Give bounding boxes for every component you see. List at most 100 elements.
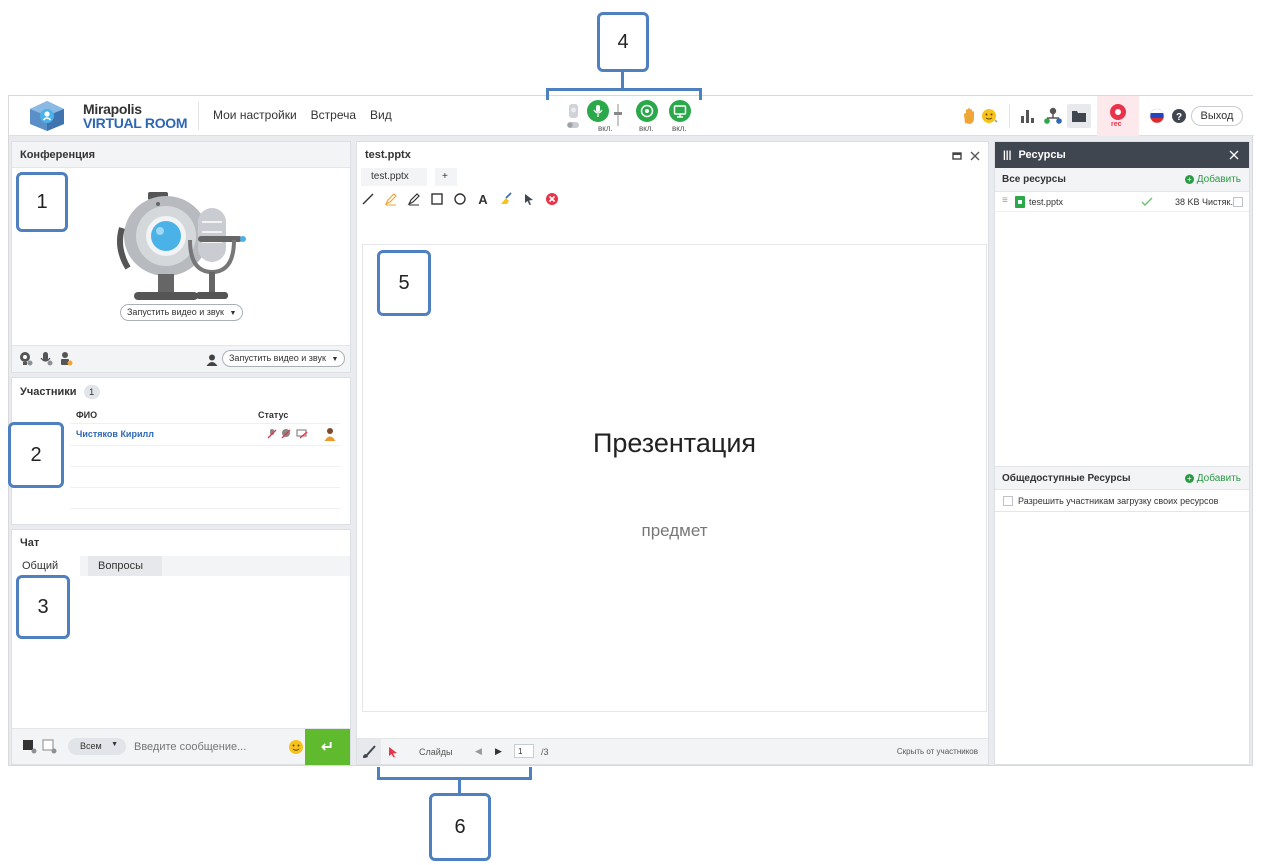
allow-upload-checkbox[interactable] xyxy=(1003,496,1013,506)
help-icon[interactable]: ? xyxy=(1171,108,1187,124)
raise-hand-icon[interactable] xyxy=(961,107,977,125)
total-pages: /3 xyxy=(541,747,549,757)
mic-status-label: вкл. xyxy=(598,124,613,133)
pointer-tool-icon[interactable] xyxy=(522,192,536,206)
callout-1: 1 xyxy=(16,172,68,232)
speaker-settings-icon[interactable] xyxy=(58,351,74,367)
hide-from-participants-link[interactable]: Скрыть от участников xyxy=(897,747,978,756)
drag-row-icon[interactable]: ≡ xyxy=(1002,195,1008,206)
table-row[interactable]: Чистяков Кирилл xyxy=(70,426,342,444)
menu-view[interactable]: Вид xyxy=(370,108,392,122)
table-row-divider xyxy=(70,466,340,467)
allow-upload-label: Разрешить участникам загрузку своих ресу… xyxy=(1018,496,1219,506)
tab-general[interactable]: Общий xyxy=(12,556,80,576)
table-row-divider xyxy=(70,508,340,509)
resources-panel: ||| Ресурсы Все ресурсы + Добавить ≡ test… xyxy=(994,141,1250,765)
maximize-icon[interactable] xyxy=(952,151,962,161)
camera-icon xyxy=(640,104,654,118)
svg-text:?: ? xyxy=(1176,112,1182,123)
add-public-resource-button[interactable]: + Добавить xyxy=(1184,473,1241,484)
rectangle-tool-icon[interactable] xyxy=(430,192,444,206)
menu-my-settings[interactable]: Мои настройки xyxy=(213,108,297,122)
callout-4-bracket xyxy=(546,88,702,91)
screen-share-button[interactable] xyxy=(669,100,691,122)
emoji-icon[interactable] xyxy=(981,107,999,125)
enter-icon: ↵ xyxy=(320,739,335,756)
presentation-slide[interactable]: Презентация предмет xyxy=(362,244,987,712)
presenter-role-icon xyxy=(324,428,336,441)
pencil-tool-icon[interactable] xyxy=(407,192,421,206)
drawing-toolbar: A xyxy=(361,190,559,208)
resources-title: Ресурсы xyxy=(1018,149,1066,161)
logo-cube-icon xyxy=(30,101,64,131)
microphone-icon xyxy=(593,105,603,117)
all-resources-header: Все ресурсы + Добавить xyxy=(995,168,1249,192)
resource-file-info: 38 KB Чистяк... xyxy=(1175,197,1238,207)
column-header-status[interactable]: Статус xyxy=(258,410,288,420)
circle-tool-icon[interactable] xyxy=(453,192,467,206)
volume-slider-knob[interactable] xyxy=(614,112,622,115)
mic-settings-icon[interactable] xyxy=(38,351,54,367)
pointer-mode-icon[interactable] xyxy=(387,746,399,758)
camera-button[interactable] xyxy=(636,100,658,122)
mic-muted-icon[interactable] xyxy=(266,428,278,440)
user-icon xyxy=(206,354,218,366)
close-icon[interactable] xyxy=(970,151,980,161)
current-page-input[interactable] xyxy=(514,744,534,758)
chevron-down-icon: ▼ xyxy=(331,356,339,363)
callout-6-bracket xyxy=(377,777,532,780)
table-row-divider xyxy=(70,445,340,446)
menu-meeting[interactable]: Встреча xyxy=(311,108,356,122)
text-tool-icon[interactable]: A xyxy=(476,192,490,206)
next-slide-icon[interactable]: ▶ xyxy=(495,746,502,757)
plus-circle-icon: + xyxy=(1184,175,1194,184)
svg-text:A: A xyxy=(478,192,488,206)
volume-slider-track[interactable] xyxy=(617,104,619,126)
record-icon xyxy=(1110,104,1126,120)
clear-all-icon[interactable] xyxy=(545,192,559,206)
send-message-button[interactable]: ↵ xyxy=(305,729,350,765)
webcam-settings-icon[interactable] xyxy=(18,351,34,367)
public-resources-title: Общедоступные Ресурсы xyxy=(1002,473,1131,484)
start-video-audio-bottom-button[interactable]: Запустить видео и звук ▼ xyxy=(222,350,346,367)
emoji-icon[interactable] xyxy=(288,739,304,755)
exit-button[interactable]: Выход xyxy=(1191,106,1243,126)
structure-icon[interactable] xyxy=(1043,107,1063,125)
text-color-icon[interactable] xyxy=(22,739,38,755)
add-resource-button[interactable]: + Добавить xyxy=(1184,174,1241,185)
resource-checkbox[interactable] xyxy=(1233,197,1243,207)
tab-questions[interactable]: Вопросы xyxy=(88,556,162,576)
allow-upload-option[interactable]: Разрешить участникам загрузку своих ресу… xyxy=(995,492,1249,512)
background-color-icon[interactable] xyxy=(42,739,58,755)
presentation-panel: test.pptx test.pptx + A Презентация пред… xyxy=(356,141,989,765)
tab-test-pptx[interactable]: test.pptx xyxy=(361,168,427,186)
record-button[interactable]: rec xyxy=(1097,96,1139,136)
previous-slide-icon[interactable]: ◀ xyxy=(475,746,482,757)
poll-chart-icon[interactable] xyxy=(1019,108,1037,124)
language-flag-icon[interactable] xyxy=(1149,108,1165,124)
marker-tool-icon[interactable] xyxy=(384,192,398,206)
eraser-tool-icon[interactable] xyxy=(499,192,513,206)
brush-mode-button[interactable] xyxy=(357,739,381,764)
resources-toggle-button[interactable] xyxy=(1067,104,1091,128)
record-label: rec xyxy=(1111,121,1122,128)
chevron-down-icon: ▼ xyxy=(111,741,118,748)
mirapolis-logo: Mirapolis VIRTUAL ROOM xyxy=(27,100,197,132)
logo-line2: VIRTUAL ROOM xyxy=(83,115,188,131)
column-header-name[interactable]: ФИО xyxy=(76,410,97,420)
list-item[interactable]: ≡ test.pptx 38 KB Чистяк... xyxy=(995,192,1249,212)
drag-handle-icon[interactable]: ||| xyxy=(1003,150,1011,161)
webcam-muted-icon[interactable] xyxy=(280,428,292,440)
close-icon[interactable] xyxy=(1229,150,1239,160)
line-tool-icon[interactable] xyxy=(361,192,375,206)
callout-4-bracket-right xyxy=(699,88,702,100)
recipient-select[interactable]: Всем ▼ xyxy=(68,738,126,755)
webcam-toggle-icon[interactable] xyxy=(564,102,584,130)
webcam-microphone-illustration-icon xyxy=(117,192,246,300)
start-video-audio-button[interactable]: Запустить видео и звук ▼ xyxy=(120,304,244,321)
participant-name: Чистяков Кирилл xyxy=(76,429,154,439)
microphone-button[interactable] xyxy=(587,100,609,122)
chat-message-input[interactable] xyxy=(134,739,284,755)
screen-muted-icon[interactable] xyxy=(296,428,308,440)
add-tab-button[interactable]: + xyxy=(435,168,457,186)
